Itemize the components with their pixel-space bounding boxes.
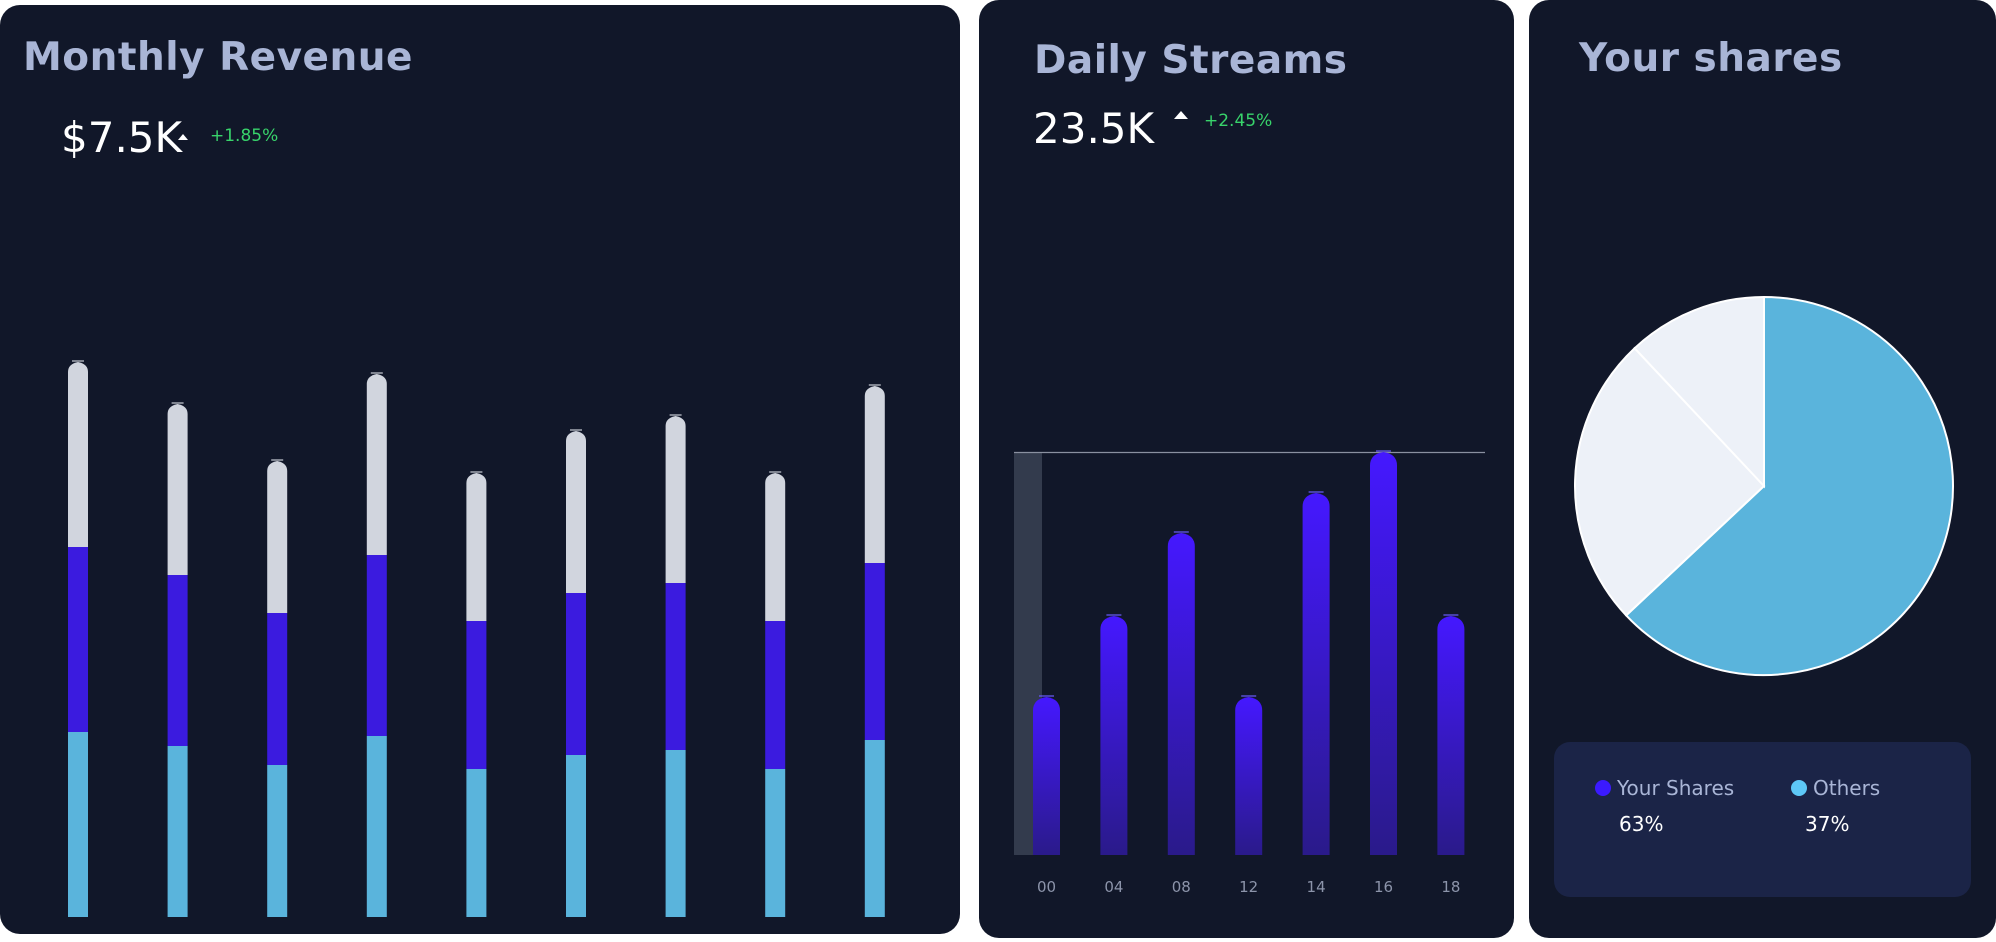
streams-bar-12 [1235, 697, 1263, 855]
revenue-bar-4-top [466, 473, 487, 621]
revenue-bar-5-top [566, 431, 586, 593]
streams-bar-16 [1370, 452, 1397, 855]
revenue-bar-1-bottom [167, 746, 188, 917]
legend-label-others: Others [1813, 776, 1881, 800]
revenue-bar-6-top [665, 416, 686, 583]
revenue-bar-5-bottom [566, 755, 586, 917]
streams-tick-04: 04 [1104, 878, 1123, 896]
streams-tick-18: 18 [1441, 878, 1460, 896]
revenue-bar-3-bottom [366, 736, 387, 917]
revenue-bar-2-top [267, 461, 288, 613]
legend-percent-others: 37% [1805, 812, 1850, 836]
revenue-bar-5-middle [566, 593, 586, 755]
revenue-bar-1-middle [167, 575, 188, 746]
revenue-bar-0-bottom [68, 732, 88, 917]
revenue-bar-3-top [366, 374, 387, 555]
revenue-bar-0-middle [68, 547, 88, 732]
streams-tick-12: 12 [1239, 878, 1258, 896]
revenue-bar-6-middle [665, 583, 686, 750]
revenue-bar-7-bottom [765, 769, 786, 917]
revenue-bar-4-middle [466, 621, 487, 769]
revenue-bar-2-bottom [267, 765, 288, 917]
legend-percent-your-shares: 63% [1619, 812, 1664, 836]
streams-tick-14: 14 [1307, 878, 1326, 896]
revenue-bar-8-middle [864, 563, 885, 740]
legend-label-your-shares: Your Shares [1617, 776, 1735, 800]
revenue-bar-7-middle [765, 621, 786, 769]
revenue-bar-1-top [167, 404, 188, 575]
monthly-revenue-card: Monthly Revenue $7.5K +1.85% [0, 5, 960, 934]
revenue-bar-4-bottom [466, 769, 487, 917]
legend-dot-others [1791, 780, 1807, 796]
shares-legend: Your Shares 63% Others 37% [1554, 742, 1971, 897]
revenue-bar-7-top [765, 473, 786, 621]
revenue-bar-0-top [68, 362, 88, 547]
streams-bar-08 [1167, 533, 1195, 855]
streams-tick-16: 16 [1374, 878, 1393, 896]
revenue-bar-2-middle [267, 613, 288, 765]
streams-bar-chart: 00 04 08 12 14 16 18 [1014, 450, 1485, 896]
streams-bar-00 [1033, 697, 1060, 855]
revenue-bar-3-middle [366, 555, 387, 736]
revenue-bar-6-bottom [665, 750, 686, 917]
streams-tick-08: 08 [1172, 878, 1191, 896]
streams-bar-14 [1302, 493, 1330, 855]
legend-dot-your-shares [1595, 780, 1611, 796]
streams-tick-00: 00 [1037, 878, 1056, 896]
streams-bar-04 [1100, 616, 1128, 855]
your-shares-card: Your shares Your Shares 63% Others 37% [1529, 0, 1996, 938]
revenue-bar-8-top [864, 386, 885, 563]
streams-bar-18 [1437, 616, 1465, 855]
daily-streams-card: Daily Streams 23.5K +2.45% 00 04 08 12 14 16 1… [979, 0, 1514, 938]
revenue-bar-chart [68, 360, 885, 917]
revenue-bar-8-bottom [864, 740, 885, 917]
